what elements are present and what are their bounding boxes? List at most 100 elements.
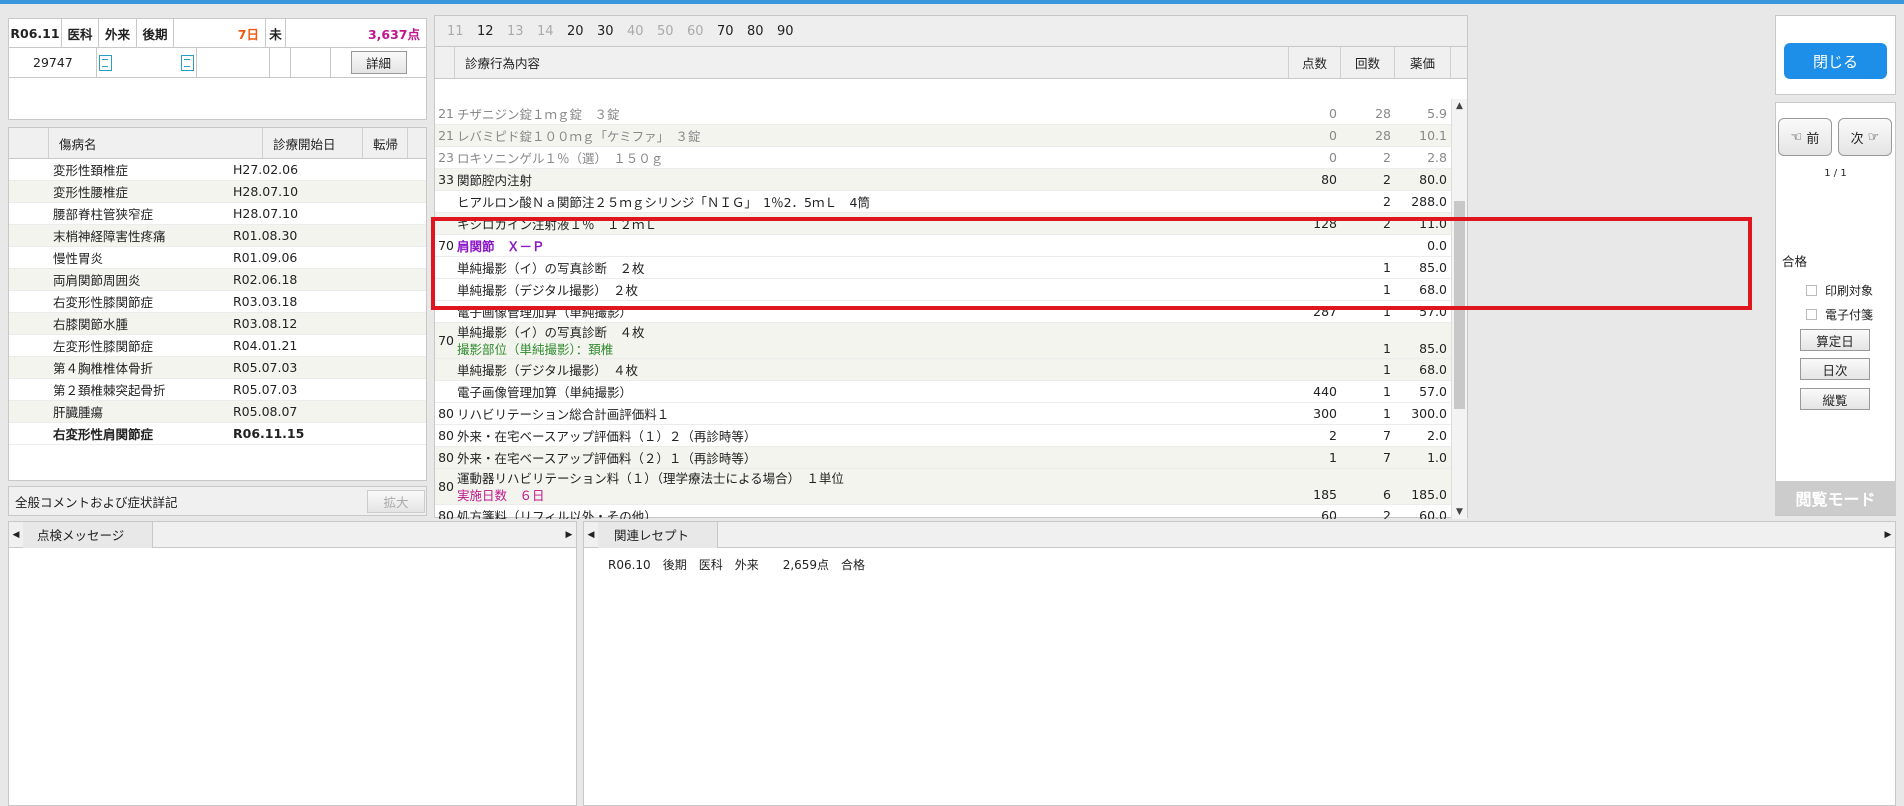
scroll-down-icon[interactable]: ▼ bbox=[1456, 507, 1463, 517]
tab-check-message[interactable]: 点検メッセージ bbox=[23, 521, 154, 548]
disease-name: 慢性胃炎 bbox=[53, 251, 104, 266]
disease-row[interactable]: 肝臓腫瘍 R05.08.07 bbox=[9, 401, 426, 423]
category-number[interactable]: 60 bbox=[687, 24, 717, 39]
disease-row[interactable]: 左変形性膝関節症 R04.01.21 bbox=[9, 335, 426, 357]
category-number[interactable]: 30 bbox=[597, 24, 627, 39]
category-number[interactable]: 13 bbox=[507, 24, 537, 39]
disease-row[interactable]: 慢性胃炎 R01.09.06 bbox=[9, 247, 426, 269]
disease-start-date: H27.02.06 bbox=[233, 162, 299, 177]
print-target-checkbox[interactable]: 印刷対象 bbox=[1806, 282, 1873, 299]
disease-row[interactable]: 第２頚椎棘突起骨折 R05.07.03 bbox=[9, 379, 426, 401]
treatment-row[interactable]: 80 処方箋料（リフィル以外・その他） 60 2 60.0 bbox=[435, 505, 1453, 519]
disease-row[interactable]: 第４胸椎椎体骨折 R05.07.03 bbox=[9, 357, 426, 379]
treatment-row[interactable]: 80 リハビリテーション総合計画評価料１ 300 1 300.0 bbox=[435, 403, 1453, 425]
disease-start-date: R02.06.18 bbox=[233, 272, 298, 287]
disease-row[interactable]: 変形性腰椎症 H28.07.10 bbox=[9, 181, 426, 203]
category-number[interactable]: 12 bbox=[477, 24, 507, 39]
related-receipt-panel: ◀ 関連レセプト ▶ R06.10 後期 医科 外来 2,659点 合格 bbox=[583, 521, 1896, 806]
category-number[interactable]: 40 bbox=[627, 24, 657, 39]
category-number[interactable]: 70 bbox=[717, 24, 747, 39]
receipt-header: R06.11 医科 外来 後期 7日 未 3,637点 29747 詳細 bbox=[8, 18, 427, 120]
category-number[interactable]: 80 bbox=[747, 24, 777, 39]
vertical-view-button[interactable]: 縦覧 bbox=[1800, 388, 1870, 410]
treatment-row[interactable]: 単純撮影（デジタル撮影） ４枚 1 68.0 bbox=[435, 359, 1453, 381]
prev-button[interactable]: ☜ 前 bbox=[1778, 118, 1832, 156]
treatment-row[interactable]: 80 外来・在宅ベースアップ評価料（１）２（再診時等） 2 7 2.0 bbox=[435, 425, 1453, 447]
disease-row[interactable]: 変形性頚椎症 H27.02.06 bbox=[9, 159, 426, 181]
disease-row[interactable]: 腰部脊柱管狭窄症 H28.07.10 bbox=[9, 203, 426, 225]
calc-day-button[interactable]: 算定日 bbox=[1800, 329, 1870, 351]
treatment-name: 電子画像管理加算（単純撮影） bbox=[457, 385, 633, 400]
treatment-code: 80 bbox=[438, 508, 454, 519]
disease-row[interactable]: 右膝関節水腫 R03.08.12 bbox=[9, 313, 426, 335]
e-note-checkbox[interactable]: 電子付箋 bbox=[1806, 306, 1873, 323]
category-number[interactable]: 50 bbox=[657, 24, 687, 39]
col-start-date[interactable]: 診療開始日 bbox=[263, 128, 363, 158]
treatment-row[interactable]: 70 肩関節 Ｘ－Ｐ 0.0 bbox=[435, 235, 1453, 257]
next-button[interactable]: 次 ☞ bbox=[1838, 118, 1892, 156]
col-price[interactable]: 薬価 bbox=[1395, 47, 1451, 78]
disease-start-date: H28.07.10 bbox=[233, 206, 299, 221]
tab-scroll-right-icon[interactable]: ▶ bbox=[562, 530, 576, 540]
disease-row[interactable]: 両肩関節周囲炎 R02.06.18 bbox=[9, 269, 426, 291]
disease-name: 肝臓腫瘍 bbox=[53, 405, 104, 420]
treatment-row[interactable]: 単純撮影（デジタル撮影） ２枚 1 68.0 bbox=[435, 279, 1453, 301]
treatment-points: 0 bbox=[1329, 106, 1337, 121]
daily-button[interactable]: 日次 bbox=[1800, 358, 1870, 380]
treatment-row[interactable]: 80 外来・在宅ベースアップ評価料（２）１（再診時等） 1 7 1.0 bbox=[435, 447, 1453, 469]
treatment-row[interactable]: 単純撮影（イ）の写真診断 ２枚 1 85.0 bbox=[435, 257, 1453, 279]
expand-button[interactable]: 拡大 bbox=[367, 490, 425, 513]
treatment-price: 288.0 bbox=[1411, 194, 1447, 209]
tab-related-receipt[interactable]: 関連レセプト bbox=[598, 521, 719, 548]
disease-row[interactable]: 右変形性肩関節症 R06.11.15 bbox=[9, 423, 426, 445]
treatment-row[interactable]: キシロカイン注射液１％ １２ｍＬ 128 2 11.0 bbox=[435, 213, 1453, 235]
tab-scroll-right-icon[interactable]: ▶ bbox=[1881, 530, 1895, 540]
disease-start-date: R03.08.12 bbox=[233, 316, 298, 331]
col-outcome[interactable]: 転帰 bbox=[363, 128, 408, 158]
patient-id: 29747 bbox=[9, 48, 97, 77]
hand-left-icon: ☜ bbox=[1790, 129, 1803, 145]
col-treatment[interactable]: 診療行為内容 bbox=[455, 47, 1289, 78]
category-number[interactable]: 20 bbox=[567, 24, 597, 39]
treatment-row[interactable]: 電子画像管理加算（単純撮影） 287 1 57.0 bbox=[435, 301, 1453, 323]
treatment-count: 2 bbox=[1383, 508, 1391, 519]
related-receipt-item[interactable]: R06.10 後期 医科 外来 2,659点 合格 bbox=[608, 556, 865, 573]
treatment-row[interactable]: 23 ロキソニンゲル１％（選） １５０ｇ 0 2 2.8 bbox=[435, 147, 1453, 169]
category-number[interactable]: 14 bbox=[537, 24, 567, 39]
treatment-price: 85.0 bbox=[1419, 260, 1447, 275]
treatment-row[interactable]: 80 運動器リハビリテーション料（１）（理学療法士による場合） １単位 実施日数 ６… bbox=[435, 469, 1453, 505]
tab-scroll-left-icon[interactable]: ◀ bbox=[9, 530, 23, 540]
doc-icon[interactable] bbox=[112, 48, 197, 77]
insurance: 後期 bbox=[137, 19, 174, 47]
disease-row[interactable]: 右変形性膝関節症 R03.03.18 bbox=[9, 291, 426, 313]
treatment-row[interactable]: 電子画像管理加算（単純撮影） 440 1 57.0 bbox=[435, 381, 1453, 403]
treatment-row[interactable]: 70 単純撮影（イ）の写真診断 ４枚 撮影部位（単純撮影）：頚椎 1 85.0 bbox=[435, 323, 1453, 359]
disease-row[interactable]: 末梢神経障害性疼痛 R01.08.30 bbox=[9, 225, 426, 247]
scroll-up-icon[interactable]: ▲ bbox=[1456, 101, 1463, 111]
tab-scroll-left-icon[interactable]: ◀ bbox=[584, 530, 598, 540]
category-number[interactable]: 90 bbox=[777, 24, 807, 39]
treatment-code: 80 bbox=[438, 428, 454, 443]
detail-button[interactable]: 詳細 bbox=[350, 51, 407, 74]
col-count[interactable]: 回数 bbox=[1341, 47, 1395, 78]
col-points[interactable]: 点数 bbox=[1289, 47, 1341, 78]
category-number[interactable]: 11 bbox=[447, 24, 477, 39]
treatment-name: リハビリテーション総合計画評価料１ bbox=[457, 407, 670, 422]
vertical-scrollbar[interactable]: ▲ ▼ bbox=[1451, 99, 1467, 519]
doc-icon[interactable] bbox=[97, 48, 112, 77]
next-label: 次 bbox=[1850, 131, 1864, 147]
comment-label: 全般コメントおよび症状詳記 bbox=[15, 494, 178, 510]
disease-start-date: R01.08.30 bbox=[233, 228, 298, 243]
treatment-count: 1 bbox=[1383, 304, 1391, 319]
treatment-price: 1.0 bbox=[1427, 450, 1447, 465]
treatment-sub: 撮影部位（単純撮影）：頚椎 bbox=[457, 341, 614, 357]
treatment-row[interactable]: 33 関節腔内注射 80 2 80.0 bbox=[435, 169, 1453, 191]
treatment-row[interactable]: 21 レバミピド錠１００ｍｇ「ケミファ」 ３錠 0 28 10.1 bbox=[435, 125, 1453, 147]
treatment-price: 10.1 bbox=[1419, 128, 1447, 143]
treatment-row[interactable]: 21 チザニジン錠１ｍｇ錠 ３錠 0 28 5.9 bbox=[435, 103, 1453, 125]
treatment-row[interactable]: ヒアルロン酸Ｎａ関節注２５ｍｇシリンジ「ＮＩＧ」 1％2．5ｍＬ 4筒 2 288.… bbox=[435, 191, 1453, 213]
close-button[interactable]: 閉じる bbox=[1784, 43, 1887, 79]
treatment-name: ヒアルロン酸Ｎａ関節注２５ｍｇシリンジ「ＮＩＧ」 1％2．5ｍＬ 4筒 bbox=[457, 195, 870, 210]
col-disease-name[interactable]: 傷病名 bbox=[49, 128, 263, 158]
scroll-thumb[interactable] bbox=[1454, 201, 1465, 409]
